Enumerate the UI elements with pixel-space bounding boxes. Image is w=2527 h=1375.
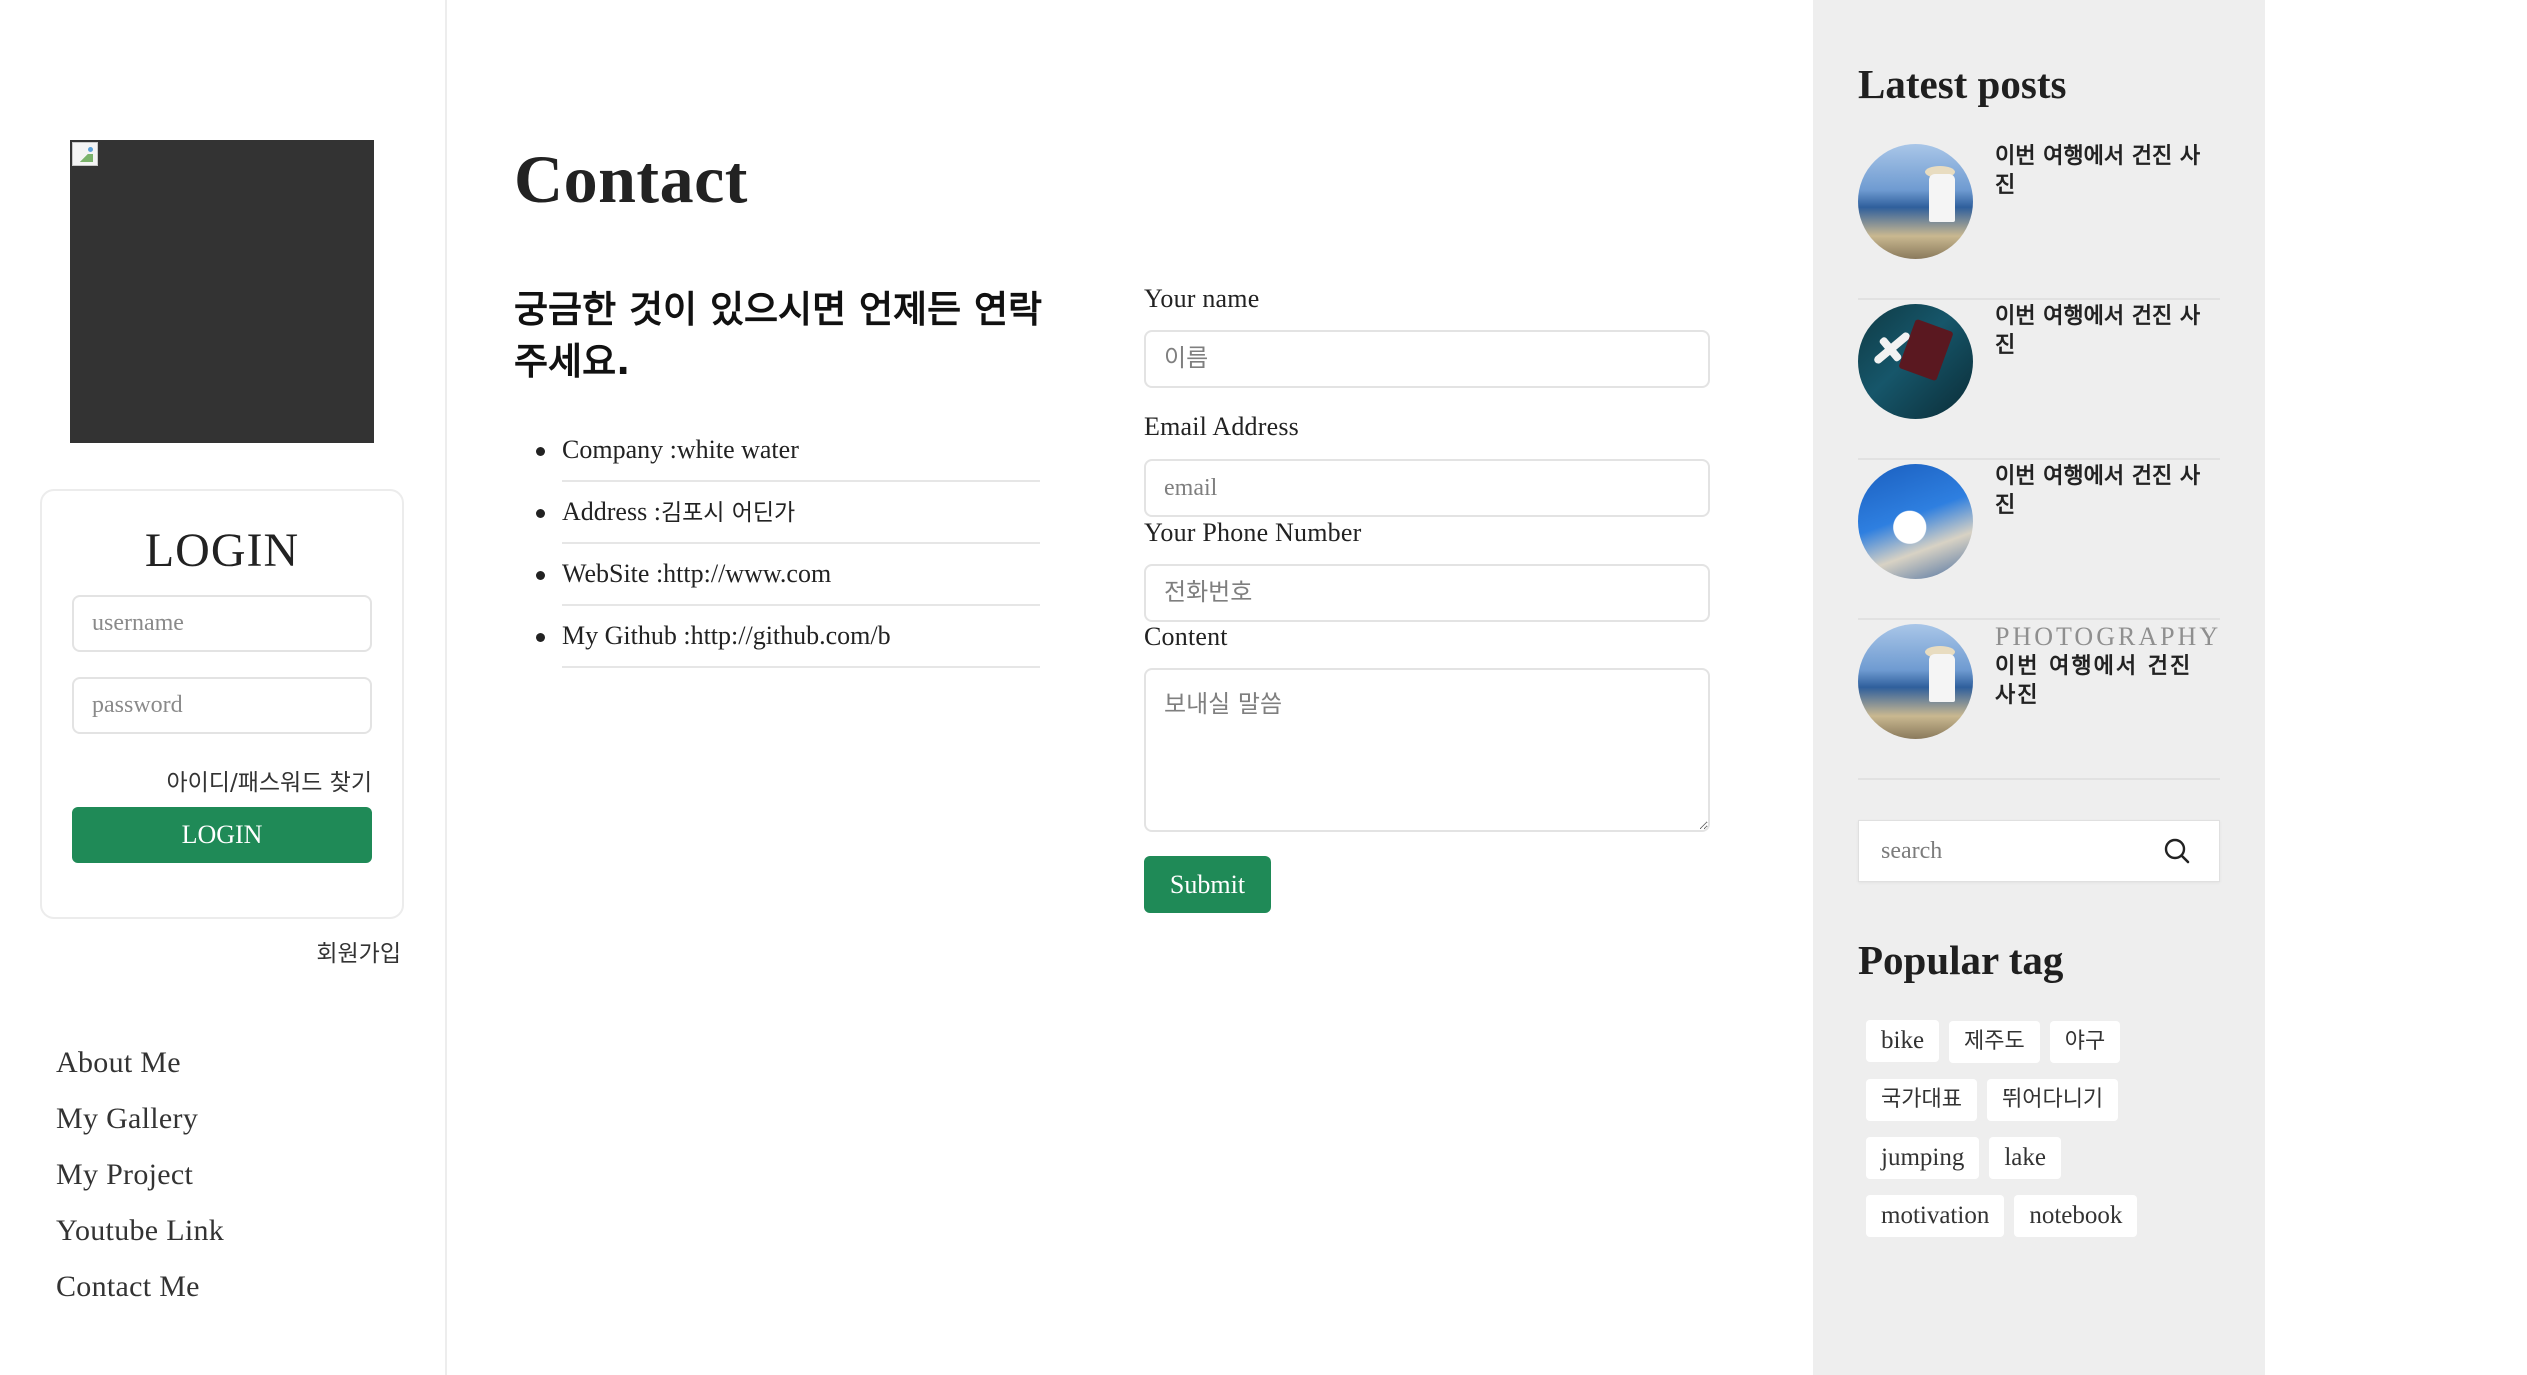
nav-item-youtube-link[interactable]: Youtube Link xyxy=(56,1214,224,1270)
post-thumbnail xyxy=(1858,144,1973,259)
broken-image-icon xyxy=(72,142,98,166)
tag-jeju[interactable]: 제주도 xyxy=(1949,1021,2040,1063)
info-label: Company : xyxy=(562,435,677,464)
post-title: 이번 여행에서 건진 사진 xyxy=(1995,304,2201,358)
post-item[interactable]: PHOTOGRAPHY 이번 여행에서 건진 사진 xyxy=(1858,620,2220,780)
tag-jumping[interactable]: jumping xyxy=(1866,1137,1980,1179)
login-button[interactable]: LOGIN xyxy=(72,807,372,863)
login-title: LOGIN xyxy=(144,524,300,577)
tag-motivation[interactable]: motivation xyxy=(1866,1195,2005,1237)
nav-item-my-project[interactable]: My Project xyxy=(56,1158,224,1214)
login-panel: LOGIN 아이디/패스워드 찾기 LOGIN xyxy=(40,489,404,919)
search-input[interactable] xyxy=(1859,821,2159,881)
info-label: My Github : xyxy=(562,621,691,650)
info-value: 김포시 어딘가 xyxy=(660,500,796,526)
popular-tag-heading: Popular tag xyxy=(1858,937,2064,983)
side-nav: About Me My Gallery My Project Youtube L… xyxy=(56,1046,224,1326)
post-thumbnail xyxy=(1858,464,1973,579)
tag-national-team[interactable]: 국가대표 xyxy=(1866,1079,1977,1121)
submit-button[interactable]: Submit xyxy=(1144,856,1271,913)
intro-heading: 궁금한 것이 있으시면 언제든 연락주세요. xyxy=(514,288,1043,383)
search-box xyxy=(1858,820,2220,882)
tag-lake[interactable]: lake xyxy=(1989,1137,2061,1179)
contact-info-item: My Github :http://github.com/b xyxy=(536,606,1040,668)
content-textarea[interactable] xyxy=(1144,668,1710,832)
contact-info-item: WebSite :http://www.com xyxy=(536,544,1040,606)
left-sidebar: LOGIN 아이디/패스워드 찾기 LOGIN 회원가입 About Me My… xyxy=(0,0,447,1375)
post-title: 이번 여행에서 건진 사진 xyxy=(1995,144,2201,198)
post-category: PHOTOGRAPHY xyxy=(1995,622,2222,651)
post-title: 이번 여행에서 건진 사진 xyxy=(1995,654,2193,708)
content-label: Content xyxy=(1144,622,1228,651)
latest-posts-heading: Latest posts xyxy=(1858,61,2067,107)
page: LOGIN 아이디/패스워드 찾기 LOGIN 회원가입 About Me My… xyxy=(0,0,2527,1375)
nav-item-my-gallery[interactable]: My Gallery xyxy=(56,1102,224,1158)
passport-shape xyxy=(1898,318,1954,382)
password-input[interactable] xyxy=(72,677,372,734)
post-item[interactable]: 이번 여행에서 건진 사진 xyxy=(1858,300,2220,460)
post-title: 이번 여행에서 건진 사진 xyxy=(1995,464,2201,518)
tag-running[interactable]: 뛰어다니기 xyxy=(1986,1079,2119,1121)
contact-info-list: Company :white water Address :김포시 어딘가 We… xyxy=(536,420,1040,668)
post-item[interactable]: 이번 여행에서 건진 사진 xyxy=(1858,140,2220,300)
person-shape xyxy=(1929,654,1955,702)
profile-image xyxy=(70,140,374,443)
find-account-link[interactable]: 아이디/패스워드 찾기 xyxy=(166,763,372,797)
contact-info-item: Address :김포시 어딘가 xyxy=(536,482,1040,544)
name-label: Your name xyxy=(1144,284,1260,313)
search-icon[interactable] xyxy=(2163,837,2191,865)
post-thumbnail xyxy=(1858,304,1973,419)
info-label: WebSite : xyxy=(562,559,664,588)
person-shape xyxy=(1929,174,1955,222)
tag-baseball[interactable]: 야구 xyxy=(2049,1021,2121,1063)
phone-label: Your Phone Number xyxy=(1144,518,1362,547)
email-input[interactable] xyxy=(1144,459,1710,517)
tag-bike[interactable]: bike xyxy=(1866,1020,1940,1062)
email-label: Email Address xyxy=(1144,412,1299,441)
info-label: Address : xyxy=(562,497,661,526)
info-value: http://github.com/b xyxy=(690,621,891,650)
info-value: white water xyxy=(676,435,799,464)
username-input[interactable] xyxy=(72,595,372,652)
post-thumbnail xyxy=(1858,624,1973,739)
nav-item-contact-me[interactable]: Contact Me xyxy=(56,1270,224,1326)
tag-notebook[interactable]: notebook xyxy=(2014,1195,2138,1237)
nav-item-about-me[interactable]: About Me xyxy=(56,1046,224,1102)
tag-cloud: bike 제주도 야구 국가대표 뛰어다니기 jumping lake motivati… xyxy=(1866,1020,2226,1253)
info-value: http://www.com xyxy=(663,559,832,588)
main-content: Contact 궁금한 것이 있으시면 언제든 연락주세요. Company :… xyxy=(448,0,1813,1375)
right-sidebar: Latest posts 이번 여행에서 건진 사진 이번 여행에서 건진 사진… xyxy=(1813,0,2265,1375)
post-item[interactable]: 이번 여행에서 건진 사진 xyxy=(1858,460,2220,620)
contact-info-item: Company :white water xyxy=(536,420,1040,482)
name-input[interactable] xyxy=(1144,330,1710,388)
signup-link[interactable]: 회원가입 xyxy=(316,934,401,968)
page-title: Contact xyxy=(514,141,748,217)
phone-input[interactable] xyxy=(1144,564,1710,622)
